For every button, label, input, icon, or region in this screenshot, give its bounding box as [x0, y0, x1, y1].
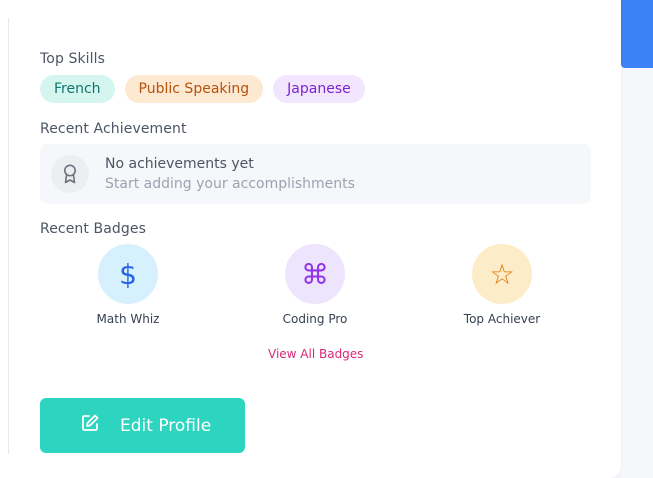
- profile-card: Top Skills French Public Speaking Japane…: [0, 0, 621, 478]
- badge-top-achiever[interactable]: ☆ Top Achiever: [442, 244, 562, 326]
- top-skills-heading: Top Skills: [40, 51, 106, 67]
- dollar-icon: $: [98, 244, 158, 304]
- badge-name: Coding Pro: [282, 312, 348, 326]
- command-icon: ⌘: [285, 244, 345, 304]
- edit-icon: [80, 413, 100, 438]
- achievement-title: No achievements yet: [105, 156, 254, 172]
- badge-coding-pro[interactable]: ⌘ Coding Pro: [255, 244, 375, 326]
- divider: [8, 18, 9, 454]
- achievement-empty-state: No achievements yet Start adding your ac…: [40, 144, 591, 204]
- badge-math-whiz[interactable]: $ Math Whiz: [68, 244, 188, 326]
- background-panel: [620, 0, 653, 478]
- skills-list: French Public Speaking Japanese: [40, 75, 365, 103]
- award-icon: [51, 155, 89, 193]
- edit-profile-label: Edit Profile: [120, 415, 212, 436]
- edit-profile-button[interactable]: Edit Profile: [40, 398, 245, 453]
- badge-name: Math Whiz: [96, 312, 160, 326]
- star-icon: ☆: [472, 244, 532, 304]
- skill-chip: French: [40, 75, 115, 103]
- skill-chip: Japanese: [273, 75, 365, 103]
- view-all-badges-link[interactable]: View All Badges: [268, 347, 363, 361]
- skill-chip: Public Speaking: [124, 75, 264, 103]
- achievement-subtitle: Start adding your accomplishments: [105, 176, 355, 192]
- recent-badges-heading: Recent Badges: [40, 221, 146, 237]
- recent-achievement-heading: Recent Achievement: [40, 121, 187, 137]
- badge-name: Top Achiever: [463, 312, 541, 326]
- side-accent-strip: [621, 0, 653, 68]
